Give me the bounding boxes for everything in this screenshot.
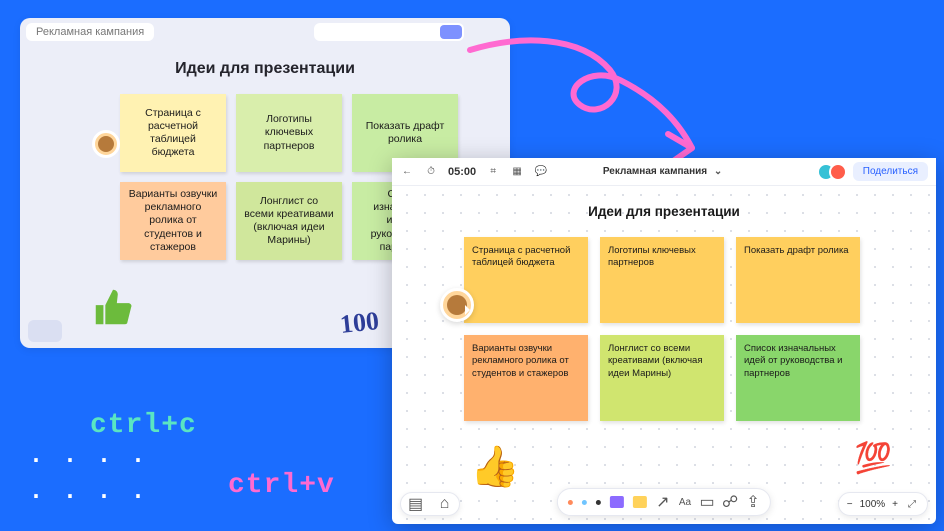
more-tools-icon[interactable]: ▭: [700, 495, 714, 509]
share-button[interactable]: Поделиться: [853, 162, 928, 181]
comment-icon[interactable]: 💬: [534, 165, 548, 179]
back-bottom-handle[interactable]: [28, 320, 62, 342]
caption-copy: ctrl+c: [90, 410, 197, 441]
zoom-out-button[interactable]: −: [847, 499, 853, 510]
sticky-note[interactable]: Варианты озвучки рекламного ролика от ст…: [120, 182, 226, 260]
thumbs-up-emoji-icon: 👍: [470, 443, 520, 490]
pen-tool[interactable]: [568, 500, 573, 505]
decorative-dots: ········: [30, 440, 166, 512]
chevron-down-icon[interactable]: ⌄: [711, 165, 725, 179]
arrow-tool-icon[interactable]: ↗: [656, 495, 670, 509]
thumbs-up-icon: [90, 284, 136, 330]
sticky-note[interactable]: Список изначальных идей от руководства и…: [736, 335, 860, 421]
frames-icon[interactable]: ▦: [510, 165, 524, 179]
front-board-title: Идеи для презентации: [392, 204, 936, 219]
back-search[interactable]: [314, 23, 464, 41]
zoom-control: − 100% + ⤢: [838, 492, 928, 516]
user-cursor-avatar[interactable]: [440, 288, 474, 322]
sticky-note[interactable]: Логотипы ключевых партнеров: [236, 94, 342, 172]
link-tool-icon[interactable]: ☍: [723, 495, 737, 509]
back-arrow-icon[interactable]: ←: [400, 165, 414, 179]
shape-tool[interactable]: [610, 496, 624, 508]
board-chip[interactable]: Рекламная кампания: [26, 23, 154, 41]
bottom-nav-pill[interactable]: ▤ ⌂: [400, 492, 460, 516]
sticky-note[interactable]: Лонглист со всеми креативами (включая ид…: [236, 182, 342, 260]
zoom-in-button[interactable]: +: [892, 499, 898, 510]
back-board-title: Идеи для презентации: [20, 60, 510, 78]
board-window-front: ← ⏱ 05:00 ⌗ ▦ 💬 Рекламная кампания ⌄ Под…: [392, 158, 936, 524]
user-avatar[interactable]: [92, 130, 120, 158]
hundred-sticker: 100: [339, 306, 381, 340]
fullscreen-icon[interactable]: ⤢: [905, 497, 919, 511]
sticky-note[interactable]: Показать драфт ролика: [736, 237, 860, 323]
marker-tool[interactable]: [582, 500, 587, 505]
hundred-emoji-icon: 💯: [855, 441, 892, 476]
sticky-note[interactable]: Страница с расчетной таблицей бюджета: [464, 237, 588, 323]
sticky-note[interactable]: Варианты озвучки рекламного ролика от ст…: [464, 335, 588, 421]
sticky-note[interactable]: Логотипы ключевых партнеров: [600, 237, 724, 323]
presence-avatars[interactable]: [817, 163, 847, 181]
lock-icon[interactable]: ⌂: [438, 497, 452, 511]
tool-icon[interactable]: ⌗: [486, 165, 500, 179]
back-search-go-button[interactable]: [440, 25, 462, 39]
sticky-tool[interactable]: [633, 496, 647, 508]
back-top-bar: Рекламная кампания: [20, 18, 510, 46]
text-tool[interactable]: Aa: [679, 497, 691, 508]
front-notes-grid: Страница с расчетной таблицей бюджета Ло…: [464, 237, 864, 421]
layers-icon[interactable]: ▤: [409, 497, 423, 511]
timer-value: 05:00: [448, 166, 476, 178]
bottom-toolbar: ↗ Aa ▭ ☍ ⇪: [557, 488, 771, 516]
sticky-note[interactable]: Страница с расчетной таблицей бюджета: [120, 94, 226, 172]
breadcrumb-label: Рекламная кампания: [603, 166, 707, 177]
breadcrumb[interactable]: Рекламная кампания ⌄: [603, 165, 725, 179]
caption-paste: ctrl+v: [228, 470, 335, 501]
color-tool[interactable]: [596, 500, 601, 505]
zoom-value[interactable]: 100%: [860, 499, 886, 510]
presence-avatar[interactable]: [829, 163, 847, 181]
sticky-note[interactable]: Лонглист со всеми креативами (включая ид…: [600, 335, 724, 421]
upload-tool-icon[interactable]: ⇪: [746, 495, 760, 509]
timer-icon[interactable]: ⏱: [424, 165, 438, 179]
front-top-bar: ← ⏱ 05:00 ⌗ ▦ 💬 Рекламная кампания ⌄ Под…: [392, 158, 936, 186]
